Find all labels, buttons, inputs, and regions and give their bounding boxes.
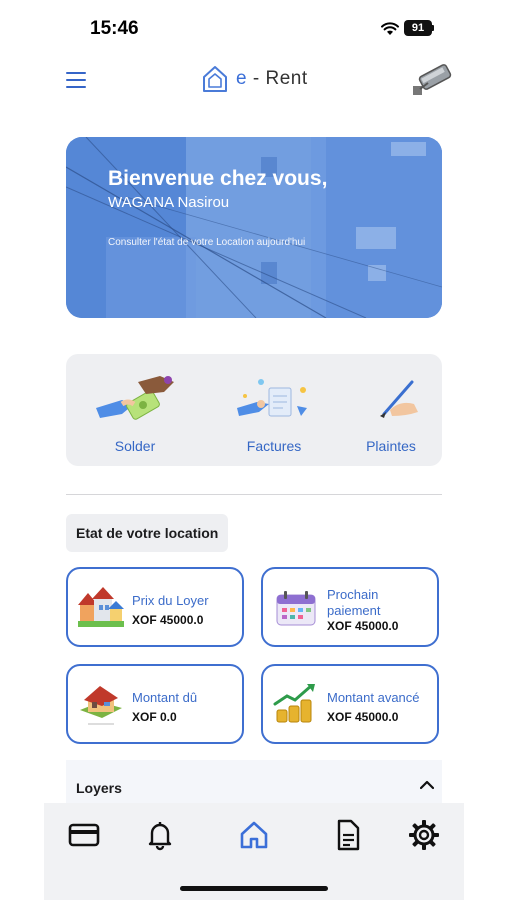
plaintes-label: Plaintes — [366, 438, 416, 454]
rent-price-title: Prix du Loyer — [132, 593, 209, 608]
factures-label: Factures — [246, 438, 302, 454]
settings-icon[interactable] — [406, 817, 442, 853]
amount-due-title: Montant dû — [132, 690, 198, 705]
welcome-subtitle: Consulter l'état de votre Location aujou… — [108, 237, 306, 248]
writing-hand-icon — [380, 380, 418, 418]
solder-label: Solder — [114, 438, 156, 454]
home-icon[interactable] — [236, 817, 272, 853]
next-payment-card[interactable]: Prochain paiement XOF 45000.0 — [261, 567, 439, 647]
section-divider — [66, 494, 442, 495]
house-icon — [80, 686, 122, 725]
solder-button[interactable]: Solder — [80, 354, 190, 466]
document-icon[interactable] — [330, 817, 366, 853]
calendar-icon — [276, 591, 316, 626]
advance-amount-card[interactable]: Montant avancé XOF 45000.0 — [261, 664, 439, 744]
user-name: WAGANA Nasirou — [108, 194, 230, 211]
home-indicator — [180, 886, 328, 891]
rent-price-card[interactable]: Prix du Loyer XOF 45000.0 — [66, 567, 244, 647]
wifi-icon — [381, 22, 399, 35]
factures-button[interactable]: Factures — [219, 354, 329, 466]
status-time: 15:46 — [90, 18, 139, 39]
security-camera-icon[interactable] — [410, 62, 458, 98]
growth-coins-icon — [273, 684, 315, 723]
payment-hand-icon — [96, 376, 174, 420]
building-background — [66, 137, 442, 318]
brand-name: e - Rent — [236, 68, 308, 89]
welcome-banner: Bienvenue chez vous, WAGANA Nasirou Cons… — [66, 137, 442, 318]
chevron-up-icon[interactable] — [420, 780, 434, 790]
loyers-label: Loyers — [76, 780, 122, 796]
card-icon[interactable] — [66, 817, 102, 853]
advance-amount-value: XOF 45000.0 — [327, 710, 399, 724]
next-payment-value: XOF 45000.0 — [327, 619, 399, 633]
status-bar: 15:46 91 — [0, 0, 507, 56]
plaintes-button[interactable]: Plaintes — [336, 354, 446, 466]
hamburger-menu-icon[interactable] — [66, 72, 86, 88]
app-header: e - Rent — [0, 56, 507, 106]
next-payment-title: Prochain paiement — [327, 587, 381, 618]
bottom-tab-bar — [44, 803, 464, 900]
amount-due-card[interactable]: Montant dû XOF 0.0 — [66, 664, 244, 744]
advance-amount-title: Montant avancé — [327, 690, 420, 705]
houses-icon — [78, 587, 124, 627]
battery-indicator: 91 — [404, 20, 432, 36]
rent-price-value: XOF 45000.0 — [132, 613, 204, 627]
brand: e - Rent — [202, 64, 308, 94]
quick-actions: Solder Factures Plaintes — [66, 354, 442, 466]
battery-tip — [432, 25, 434, 31]
house-logo-icon — [203, 66, 227, 92]
rental-status-title: Etat de votre location — [66, 514, 229, 552]
bell-icon[interactable] — [142, 817, 178, 853]
invoice-icon — [237, 379, 307, 417]
amount-due-value: XOF 0.0 — [132, 710, 177, 724]
welcome-title: Bienvenue chez vous, — [108, 167, 328, 190]
